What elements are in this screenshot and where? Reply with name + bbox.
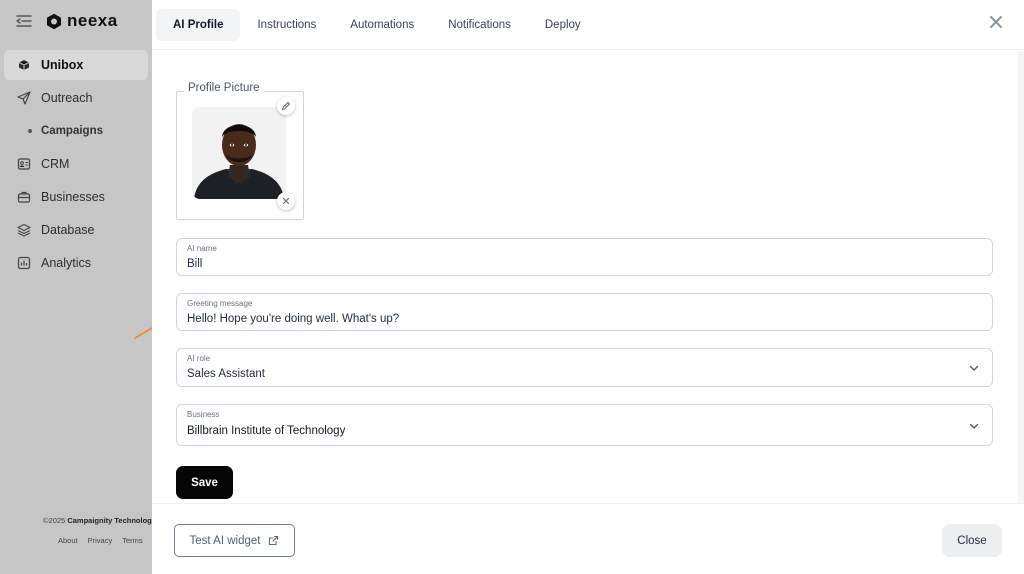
sidebar: neexa Unibox Outreach Campaigns CRM Busi…: [0, 0, 152, 574]
about-link[interactable]: About: [58, 536, 78, 545]
test-ai-widget-button[interactable]: Test AI widget: [174, 524, 295, 557]
send-icon: [16, 91, 31, 106]
sidebar-item-label: Businesses: [41, 190, 105, 204]
sidebar-item-analytics[interactable]: Analytics: [4, 248, 148, 278]
ai-name-field[interactable]: AI name Bill: [176, 238, 993, 276]
avatar: [192, 107, 286, 199]
tab-ai-profile[interactable]: AI Profile: [156, 8, 241, 41]
neexa-logo-icon: [47, 13, 61, 29]
terms-link[interactable]: Terms: [122, 536, 142, 545]
copyright-year: ©2025: [43, 516, 66, 525]
greeting-message-field[interactable]: Greeting message Hello! Hope you're doin…: [176, 293, 993, 331]
tab-notifications[interactable]: Notifications: [431, 9, 528, 41]
sidebar-item-label: Unibox: [41, 58, 84, 72]
sidebar-item-crm[interactable]: CRM: [4, 149, 148, 179]
panel-footer: Test AI widget Close: [152, 503, 1024, 574]
copyright-company: Campaignity Technolog: [67, 516, 152, 525]
profile-picture-label: Profile Picture: [184, 82, 264, 94]
ai-role-select[interactable]: AI role Sales Assistant: [176, 348, 993, 387]
collapse-menu-icon[interactable]: [16, 14, 32, 28]
sidebar-item-label: Database: [41, 223, 95, 237]
sidebar-item-outreach[interactable]: Outreach: [4, 83, 148, 113]
privacy-link[interactable]: Privacy: [88, 536, 113, 545]
sidebar-item-label: Outreach: [41, 91, 93, 105]
sidebar-nav: Unibox Outreach Campaigns CRM Businesses: [0, 50, 152, 278]
remove-picture-button[interactable]: [277, 192, 295, 210]
ai-role-label: AI role: [187, 354, 211, 363]
sidebar-item-database[interactable]: Database: [4, 215, 148, 245]
greeting-message-label: Greeting message: [187, 299, 253, 308]
test-ai-widget-label: Test AI widget: [189, 534, 261, 547]
greeting-message-value: Hello! Hope you're doing well. What's up…: [187, 313, 400, 325]
close-icon[interactable]: [986, 12, 1006, 32]
sidebar-item-label: Campaigns: [41, 125, 103, 137]
business-value: Billbrain Institute of Technology: [187, 425, 346, 437]
close-small-icon: [282, 197, 290, 205]
tab-deploy[interactable]: Deploy: [528, 9, 598, 41]
business-select[interactable]: Business Billbrain Institute of Technolo…: [176, 404, 993, 446]
footer-links: About Privacy Terms: [58, 536, 143, 545]
sidebar-item-label: Analytics: [41, 256, 92, 270]
sidebar-item-businesses[interactable]: Businesses: [4, 182, 148, 212]
business-label: Business: [187, 410, 220, 419]
unibox-icon: [16, 58, 31, 73]
pencil-icon: [281, 101, 291, 111]
sidebar-item-campaigns[interactable]: Campaigns: [4, 116, 148, 146]
copyright-text: ©2025 Campaignity Technolog: [43, 516, 152, 525]
sidebar-item-unibox[interactable]: Unibox: [4, 50, 148, 80]
crm-icon: [16, 157, 31, 172]
database-icon: [16, 223, 31, 238]
tab-bar: AI Profile Instructions Automations Noti…: [152, 0, 1024, 50]
sidebar-item-label: CRM: [41, 157, 70, 171]
ai-name-label: AI name: [187, 244, 217, 253]
ai-role-value: Sales Assistant: [187, 368, 265, 380]
brand-name: neexa: [67, 11, 118, 30]
chevron-down-icon: [969, 423, 979, 429]
tab-instructions[interactable]: Instructions: [240, 9, 333, 41]
scrollbar[interactable]: [1018, 51, 1024, 503]
sidebar-header: neexa: [0, 0, 152, 42]
external-link-icon: [269, 535, 279, 546]
save-button[interactable]: Save: [176, 466, 233, 499]
brand-logo[interactable]: neexa: [46, 11, 118, 31]
edit-picture-button[interactable]: [277, 97, 295, 115]
close-button[interactable]: Close: [942, 524, 1002, 557]
briefcase-icon: [16, 190, 31, 205]
tab-automations[interactable]: Automations: [333, 9, 431, 41]
ai-profile-panel: AI Profile Instructions Automations Noti…: [152, 0, 1024, 574]
bullet-dot-icon: [28, 129, 32, 133]
chevron-down-icon: [969, 365, 979, 371]
analytics-icon: [16, 256, 31, 271]
ai-name-value: Bill: [187, 258, 203, 270]
